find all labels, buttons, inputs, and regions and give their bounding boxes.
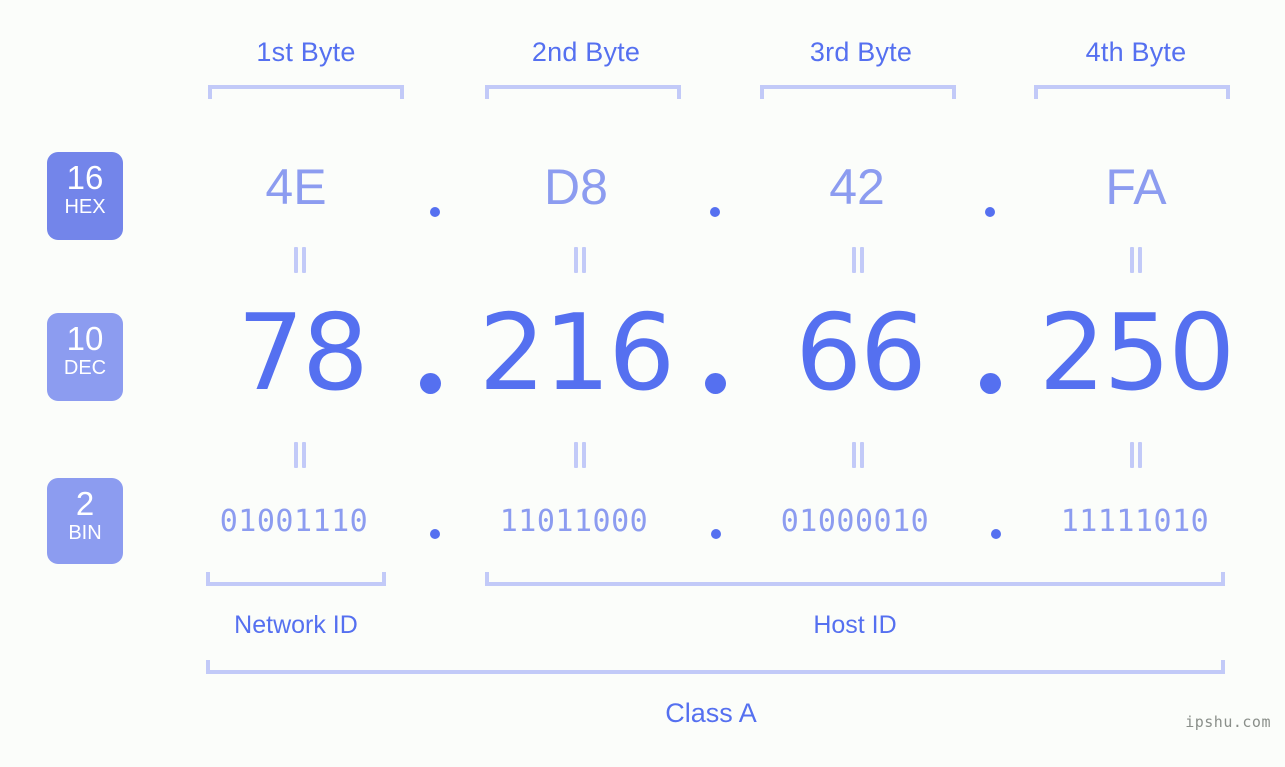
equals-mark-dec-bin-3: [850, 442, 866, 468]
decimal-separator-3: [980, 373, 1001, 394]
equals-mark-dec-bin-4: [1128, 442, 1144, 468]
decimal-separator-1: [420, 373, 441, 394]
decimal-octet-4: 250: [1038, 292, 1235, 414]
binary-separator-3: [991, 529, 1001, 539]
byte-header-1: 1st Byte: [256, 37, 356, 67]
binary-octet-1: 01001110: [219, 504, 369, 539]
hex-octet-2: D8: [544, 159, 608, 215]
equals-mark-dec-bin-1: [292, 442, 308, 468]
hex-separator-3: [985, 207, 995, 217]
network-id-bracket: [206, 572, 386, 586]
equals-mark-dec-bin-2: [572, 442, 588, 468]
byte-header-4: 4th Byte: [1085, 37, 1187, 67]
base-badge-bin-abbr: BIN: [68, 522, 102, 544]
hex-separator-1: [430, 207, 440, 217]
decimal-octet-3: 66: [795, 292, 927, 414]
byte-header-2: 2nd Byte: [531, 37, 641, 67]
byte-bracket-3: [760, 85, 956, 99]
base-badge-bin: 2 BIN: [47, 478, 123, 564]
base-badge-dec-number: 10: [66, 320, 104, 357]
hex-octet-4: FA: [1105, 159, 1167, 215]
decimal-octet-2: 216: [478, 292, 675, 414]
byte-bracket-1: [208, 85, 404, 99]
byte-header-3: 3rd Byte: [809, 37, 913, 67]
base-badge-hex: 16 HEX: [47, 152, 123, 240]
byte-bracket-4: [1034, 85, 1230, 99]
hex-octet-3: 42: [829, 159, 885, 215]
binary-octet-4: 11111010: [1060, 504, 1210, 539]
equals-mark-hex-dec-1: [292, 247, 308, 273]
hex-separator-2: [710, 207, 720, 217]
base-badge-hex-abbr: HEX: [64, 196, 106, 218]
binary-separator-1: [430, 529, 440, 539]
base-badge-bin-number: 2: [75, 485, 95, 522]
equals-mark-hex-dec-3: [850, 247, 866, 273]
host-id-bracket: [485, 572, 1225, 586]
equals-mark-hex-dec-4: [1128, 247, 1144, 273]
decimal-separator-2: [705, 373, 726, 394]
host-id-label: Host ID: [813, 611, 897, 639]
hex-octet-1: 4E: [265, 159, 327, 215]
decimal-octet-1: 78: [237, 292, 369, 414]
binary-octet-2: 11011000: [499, 504, 649, 539]
network-id-label: Network ID: [234, 611, 358, 639]
site-watermark: ipshu.com: [1185, 713, 1271, 731]
binary-octet-3: 01000010: [780, 504, 930, 539]
base-badge-dec: 10 DEC: [47, 313, 123, 401]
equals-mark-hex-dec-2: [572, 247, 588, 273]
class-bracket: [206, 660, 1225, 674]
base-badge-dec-abbr: DEC: [63, 357, 107, 379]
byte-bracket-2: [485, 85, 681, 99]
class-label: Class A: [665, 698, 757, 728]
ip-address-breakdown-diagram: 1st Byte 2nd Byte 3rd Byte 4th Byte 16 H…: [0, 0, 1285, 767]
binary-separator-2: [711, 529, 721, 539]
base-badge-hex-number: 16: [66, 159, 104, 196]
